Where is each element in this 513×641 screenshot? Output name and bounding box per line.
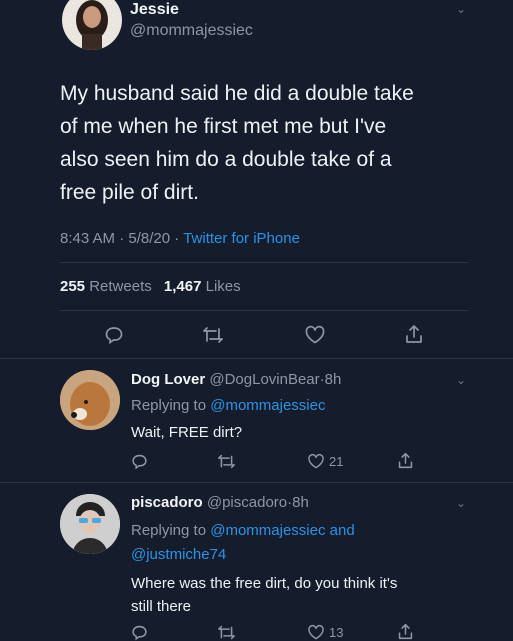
meta-sep: · [119, 230, 125, 247]
reply-icon [105, 327, 123, 345]
handle[interactable]: @mommajessiec [130, 22, 253, 40]
divider [0, 482, 513, 483]
reply-button[interactable] [131, 453, 148, 470]
reply-time: 8h [292, 494, 309, 511]
reply-button[interactable] [104, 325, 124, 345]
avatar[interactable] [60, 494, 120, 554]
chevron-down-icon[interactable]: ⌄ [456, 373, 466, 387]
share-icon [398, 452, 413, 469]
like-icon [308, 453, 324, 469]
display-name[interactable]: Jessie [130, 1, 179, 19]
replying-to-link[interactable]: @mommajessiec and [210, 522, 354, 539]
avatar[interactable] [60, 370, 120, 430]
replying-to: Replying to @mommajessiec [131, 397, 325, 414]
replying-to-prefix: Replying to [131, 397, 207, 414]
tweet-text-line: free pile of dirt. [60, 181, 199, 204]
tweet-text: My husband said he did a double take of … [60, 77, 414, 209]
avatar[interactable] [62, 0, 122, 50]
share-icon [398, 623, 413, 640]
like-button[interactable]: 13 [307, 624, 343, 641]
like-button[interactable]: 21 [307, 453, 343, 470]
like-icon [305, 325, 325, 344]
divider [0, 358, 513, 359]
like-count: 21 [329, 454, 344, 469]
retweet-button[interactable] [217, 453, 236, 470]
retweets-label[interactable]: Retweets [89, 278, 152, 295]
reply-button[interactable] [131, 624, 148, 641]
tweet-time: 8:43 AM [60, 230, 116, 247]
likes-count[interactable]: 1,467 [164, 278, 202, 295]
like-icon [308, 624, 324, 640]
replying-to-link[interactable]: @mommajessiec [210, 397, 325, 414]
tweet-text-line: My husband said he did a double take [60, 82, 414, 105]
reply-icon [132, 454, 147, 470]
retweets-count[interactable]: 255 [60, 278, 85, 295]
handle[interactable]: @DogLovinBear [209, 371, 319, 388]
likes-label[interactable]: Likes [206, 278, 241, 295]
tweet-stats: 255 Retweets 1,467 Likes [60, 278, 241, 295]
share-icon [406, 325, 422, 343]
like-button[interactable] [304, 325, 326, 345]
tweet-date: 5/8/20 [128, 230, 171, 247]
share-button[interactable] [397, 451, 414, 470]
retweet-icon [218, 454, 235, 469]
reply-icon [132, 625, 147, 641]
reply-text-line: Where was the free dirt, do you think it… [131, 575, 398, 592]
chevron-down-icon[interactable]: ⌄ [456, 2, 466, 16]
tweet-source[interactable]: Twitter for iPhone [183, 230, 300, 247]
reply-header: Dog Lover @DogLovinBear·8h [131, 371, 341, 388]
reply-time: 8h [324, 371, 342, 388]
share-button[interactable] [404, 323, 424, 345]
tweet-meta: 8:43 AM · 5/8/20 · Twitter for iPhone [60, 230, 300, 247]
display-name[interactable]: piscadoro [131, 494, 203, 511]
retweet-icon [218, 625, 235, 640]
replying-to: Replying to @mommajessiec and @justmiche… [131, 519, 355, 567]
reply-text: Where was the free dirt, do you think it… [131, 572, 397, 618]
reply-header: piscadoro @piscadoro·8h [131, 494, 309, 511]
like-count: 13 [329, 625, 344, 640]
tweet-text-line: also seen him do a double take of a [60, 148, 392, 171]
reply-text: Wait, FREE dirt? [131, 424, 243, 441]
handle[interactable]: @piscadoro [207, 494, 287, 511]
reply-text-line: still there [131, 598, 192, 615]
share-button[interactable] [397, 622, 414, 641]
retweet-button[interactable] [217, 624, 236, 641]
divider [60, 310, 468, 311]
divider [60, 262, 468, 263]
tweet-text-line: of me when he first met me but I've [60, 115, 387, 138]
retweet-button[interactable] [202, 325, 224, 345]
chevron-down-icon[interactable]: ⌄ [456, 496, 466, 510]
display-name[interactable]: Dog Lover [131, 371, 205, 388]
replying-to-prefix: Replying to [131, 522, 207, 539]
replying-to-link[interactable]: @justmiche74 [131, 546, 226, 563]
meta-sep: · [174, 230, 180, 247]
retweet-icon [203, 327, 223, 343]
